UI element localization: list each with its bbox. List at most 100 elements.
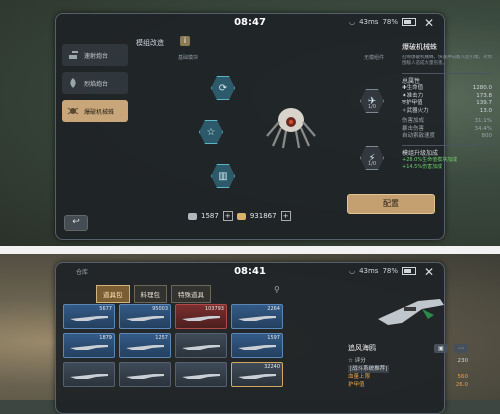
- inventory-slot[interactable]: [175, 333, 227, 358]
- inventory-slot[interactable]: 1879: [63, 333, 115, 358]
- inventory-slot[interactable]: 5677: [63, 304, 115, 329]
- chip-icon: [188, 212, 197, 220]
- total-stats-heading: 总属性: [402, 73, 492, 85]
- inventory-tabs: 道具包 料理包 特殊道具: [96, 285, 211, 303]
- rating-row: ☆ 评分 230: [348, 358, 468, 364]
- weapon-icon: [182, 345, 220, 350]
- stat-row: ✚生命值 1280.0: [402, 85, 492, 91]
- weapon-icon: [238, 345, 276, 350]
- status-bar: 仓库 08:41 ◡ 43ms 78% ✕: [56, 263, 444, 283]
- chart-icon: ▥: [218, 170, 228, 182]
- weapon-icon: [126, 316, 164, 321]
- stat-row: 血量上限 560: [348, 374, 468, 380]
- nav-item-rapid-turret[interactable]: 速射炮台: [62, 44, 128, 66]
- stat-row: 伤害加成 31.1%: [402, 118, 492, 124]
- weapon-icon: [70, 345, 108, 350]
- tab-item-pack[interactable]: 道具包: [96, 285, 130, 303]
- slot-count: 2264: [267, 306, 280, 312]
- coin-icon: [236, 212, 246, 220]
- nav-item-flame-turret[interactable]: 烈焰炮台: [62, 72, 128, 94]
- lock-icon: ▣: [438, 345, 444, 352]
- flame-icon: [70, 78, 76, 88]
- slot-count: 103793: [204, 306, 224, 312]
- slot-count: 5677: [99, 306, 112, 312]
- slot-count: 32240: [264, 364, 280, 370]
- inventory-slot[interactable]: [175, 362, 227, 387]
- detail-title: 爆破机械蛛: [402, 43, 437, 51]
- close-icon[interactable]: ✕: [422, 16, 436, 30]
- item-detail: 追风海鸥 ▣ ⋯ ☆ 评分 230 [战斗系统推荐] 血量上限 560 护甲值 26.…: [348, 285, 468, 389]
- pin-icon: ⚲: [274, 285, 280, 294]
- slot-count: 1597: [267, 335, 280, 341]
- inventory-slot[interactable]: [63, 362, 115, 387]
- spider-icon: [67, 107, 79, 115]
- stat-row: 自动索敌速度 800: [402, 133, 492, 139]
- currency-2-value: 931867: [249, 212, 277, 220]
- add-currency-2-button[interactable]: +: [280, 211, 291, 221]
- inventory-slot[interactable]: 103793: [175, 304, 227, 329]
- gun-preview-image: [378, 299, 444, 325]
- mod-slot-right-2[interactable]: ⚡ 1/0: [360, 146, 384, 170]
- more-icon: ⋯: [458, 345, 464, 352]
- inventory-slot[interactable]: 95003: [119, 304, 171, 329]
- weapon-icon: [182, 316, 220, 321]
- tag-row: [战斗系统推荐]: [348, 365, 390, 373]
- close-icon[interactable]: ✕: [422, 265, 436, 279]
- inventory-slot[interactable]: [119, 362, 171, 387]
- battery-icon: [402, 267, 416, 275]
- weapon-icon: [238, 316, 276, 321]
- right-slot-label: 无模组件: [364, 55, 385, 61]
- stat-row: ✧武器火力 13.0: [402, 107, 492, 114]
- signal-text: 43ms: [359, 18, 379, 26]
- left-slot-label: 基础模块: [178, 55, 199, 61]
- battery-text: 78%: [382, 18, 398, 26]
- refresh-icon: ⟳: [218, 82, 228, 94]
- status-bar: 08:47 ◡ 43ms 78% ✕: [56, 14, 444, 34]
- weapon-icon: [126, 374, 164, 379]
- inventory-slot[interactable]: 2264: [231, 304, 283, 329]
- add-currency-1-button[interactable]: +: [222, 211, 233, 221]
- turret-icon: [69, 51, 78, 59]
- weapon-icon: [182, 374, 220, 379]
- mod-slot-2[interactable]: ☆: [199, 120, 223, 144]
- tab-special[interactable]: 特殊道具: [171, 285, 211, 303]
- star-icon: ☆: [206, 126, 216, 138]
- stat-row: ⛨护甲值 139.7: [402, 100, 492, 106]
- more-button[interactable]: ⋯: [454, 344, 468, 353]
- currency-1-value: 1587: [201, 212, 219, 220]
- weapon-icon: [70, 374, 108, 379]
- mod-slot-3[interactable]: ▥: [211, 164, 235, 188]
- inventory-slot[interactable]: 1257: [119, 333, 171, 358]
- slot-count: 1879: [99, 335, 112, 341]
- spider-robot-image: [266, 108, 316, 149]
- upgrade-line: +14.5%伤害加成: [402, 163, 443, 170]
- lock-button[interactable]: ▣: [434, 344, 448, 353]
- turret-nav: 速射炮台 烈焰炮台 爆破机械蛛: [62, 44, 128, 128]
- slot-count: 95003: [152, 306, 168, 312]
- weapon-icon: [70, 316, 108, 321]
- upgrade-heading: 模组升级加成: [402, 144, 492, 157]
- back-button[interactable]: ↩: [64, 215, 88, 231]
- battery-icon: [402, 18, 416, 26]
- weapon-icon: [238, 374, 276, 379]
- inventory-panel: 仓库 08:41 ◡ 43ms 78% ✕ 道具包 料理包 特殊道具 ⚲ 567…: [55, 262, 468, 414]
- inventory-slot[interactable]: 1597: [231, 333, 283, 358]
- wifi-icon: ◡: [348, 267, 356, 275]
- mod-slot-right-1[interactable]: ✈ 1/0: [360, 89, 384, 113]
- detail-desc: 召唤爆破机械蛛，快速冲向敌人后引爆，对周围敌人造成大量伤害。: [402, 55, 492, 66]
- back-arrow-icon: ↩: [72, 217, 80, 227]
- stat-row: 护甲值 26.0: [348, 382, 468, 388]
- slot-count: 1257: [155, 335, 168, 341]
- stat-row: 暴击伤害 34.4%: [402, 125, 492, 132]
- mod-title: 模组改造: [136, 39, 164, 47]
- detail-panel: 爆破机械蛛 召唤爆破机械蛛，快速冲向敌人后引爆，对周围敌人造成大量伤害。 总属性…: [402, 42, 492, 171]
- inventory-slot[interactable]: 32240: [231, 362, 283, 387]
- info-icon[interactable]: i: [180, 36, 190, 46]
- mod-slot-1[interactable]: ⟳: [211, 76, 235, 100]
- tab-food-pack[interactable]: 料理包: [133, 285, 167, 303]
- nav-item-spider[interactable]: 爆破机械蛛: [62, 100, 128, 122]
- config-button[interactable]: 配置: [347, 194, 435, 214]
- inventory-grid: 5677 95003 103793 2264 1879 1257 1597 32240: [63, 304, 283, 387]
- currency-bar: 1587 + 931867 +: [188, 211, 291, 221]
- wifi-icon: ◡: [348, 18, 356, 26]
